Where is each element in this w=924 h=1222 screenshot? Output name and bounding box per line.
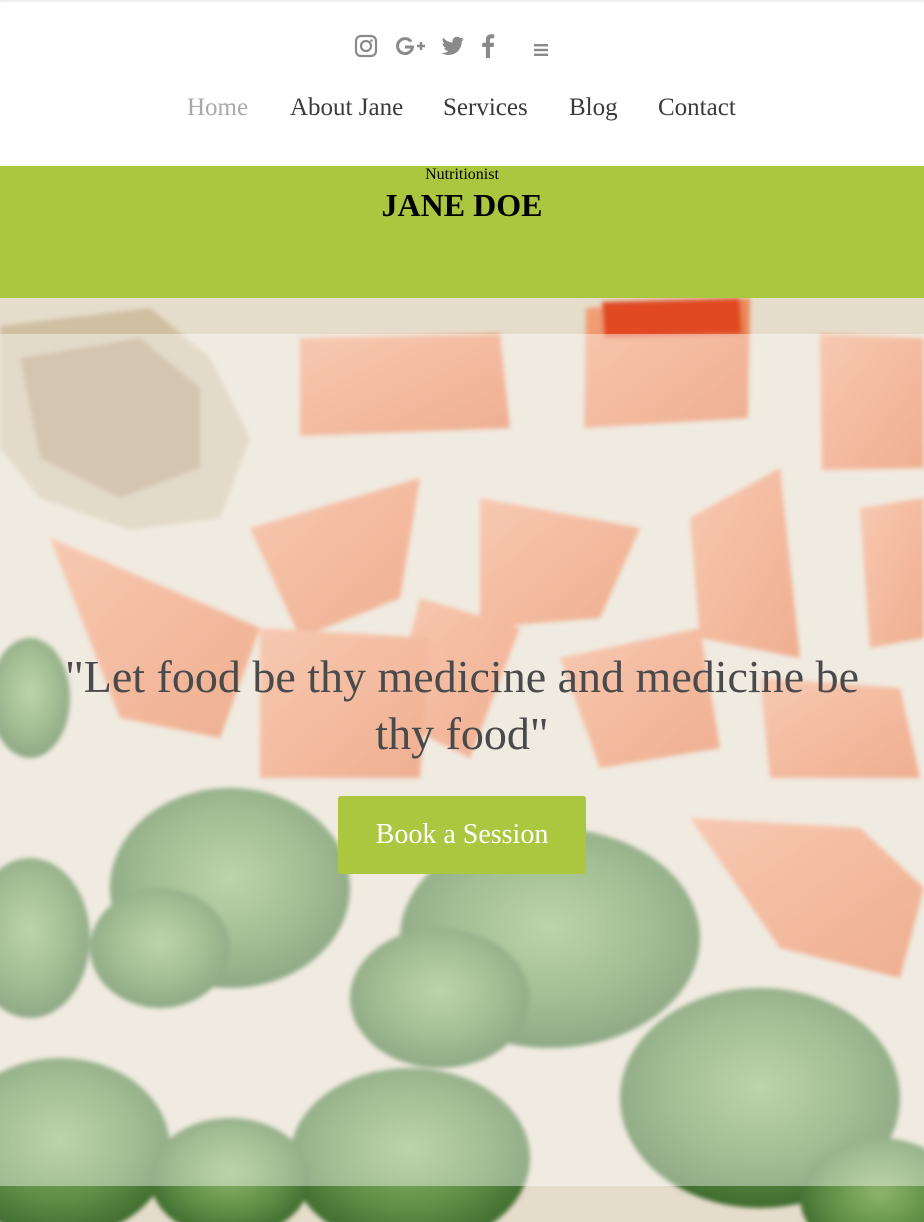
- menu-icon[interactable]: [532, 42, 550, 58]
- hero-section: "Let food be thy medicine and medicine b…: [0, 298, 924, 1222]
- hero-quote: "Let food be thy medicine and medicine b…: [64, 651, 860, 759]
- nav-item-services[interactable]: Services: [443, 94, 528, 122]
- nav-item-about-jane[interactable]: About Jane: [290, 94, 403, 122]
- main-nav: Home About Jane Services Blog Contact: [0, 88, 924, 128]
- site-subtitle: Nutritionist: [425, 166, 499, 183]
- nav-item-blog[interactable]: Blog: [569, 94, 618, 122]
- site-title: JANE DOE: [381, 187, 543, 224]
- instagram-icon[interactable]: [353, 32, 379, 60]
- nav-item-contact[interactable]: Contact: [658, 94, 736, 122]
- facebook-icon[interactable]: [478, 32, 498, 60]
- nav-item-home[interactable]: Home: [187, 94, 248, 122]
- google-plus-icon[interactable]: [394, 32, 426, 60]
- book-session-button[interactable]: Book a Session: [338, 796, 586, 874]
- twitter-icon[interactable]: [440, 32, 466, 60]
- site-header: Home About Jane Services Blog Contact: [0, 0, 924, 166]
- title-banner: [0, 166, 924, 298]
- social-links: [0, 32, 924, 62]
